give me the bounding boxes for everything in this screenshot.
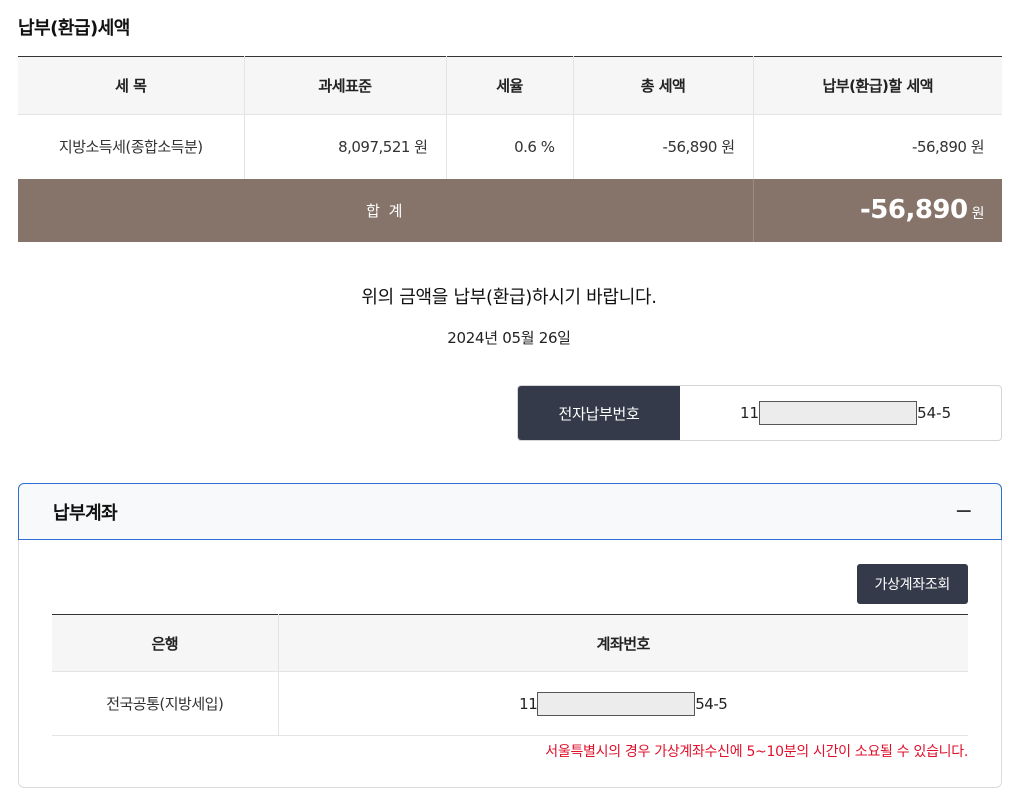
cell-base: 8,097,521 원 <box>244 114 447 179</box>
epay-prefix: 11 <box>740 404 760 422</box>
redaction-box <box>537 691 696 716</box>
tax-table-header-row: 세 목 과세표준 세율 총 세액 납부(환급)할 세액 <box>18 56 1002 115</box>
epay-label: 전자납부번호 <box>518 386 680 440</box>
account-suffix: 54-5 <box>695 694 728 713</box>
tax-table: 세 목 과세표준 세율 총 세액 납부(환급)할 세액 지방소득세(종합소득분)… <box>18 56 1002 242</box>
total-label: 합 계 <box>366 201 405 220</box>
total-unit: 원 <box>971 206 985 222</box>
header-bank: 은행 <box>52 614 279 672</box>
collapse-icon[interactable]: − <box>955 500 973 523</box>
issue-date: 2024년 05월 26일 <box>447 329 571 347</box>
cell-account-number: 11 54-5 <box>278 671 968 736</box>
total-row: 합 계 -56,890 원 <box>18 178 1002 242</box>
cell-total: -56,890 원 <box>573 114 754 179</box>
total-amount: -56,890 <box>859 195 968 225</box>
seoul-warning-text: 서울특별시의 경우 가상계좌수신에 5~10분의 시간이 소요될 수 있습니다. <box>545 744 968 760</box>
cell-rate: 0.6 % <box>446 114 574 179</box>
virtual-account-lookup-button[interactable]: 가상계좌조회 <box>856 564 968 604</box>
masked-number: 11 54-5 <box>740 401 951 425</box>
header-total: 총 세액 <box>573 56 754 115</box>
cell-payable: -56,890 원 <box>753 114 1002 179</box>
redaction-box <box>759 401 918 425</box>
header-payable: 납부(환급)할 세액 <box>753 56 1002 115</box>
total-amount-cell: -56,890 원 <box>753 178 1002 242</box>
header-rate: 세율 <box>446 56 574 115</box>
payment-notice: 위의 금액을 납부(환급)하시기 바랍니다. <box>361 287 657 308</box>
total-label-cell: 합 계 <box>18 178 754 242</box>
table-row: 전국공통(지방세입) 11 54-5 <box>52 671 968 736</box>
cell-item: 지방소득세(종합소득분) <box>18 114 245 179</box>
table-row: 지방소득세(종합소득분) 8,097,521 원 0.6 % -56,890 원… <box>18 114 1002 179</box>
electronic-payment-number: 전자납부번호 11 54-5 <box>517 385 1002 441</box>
section-title: 납부(환급)세액 <box>18 18 130 39</box>
masked-account-number: 11 54-5 <box>519 691 728 716</box>
payment-account-title: 납부계좌 <box>53 502 118 524</box>
header-account-number: 계좌번호 <box>278 614 968 672</box>
epay-value: 11 54-5 <box>680 386 1001 440</box>
payment-account-panel: 납부계좌 − 가상계좌조회 은행 계좌번호 전국공통(지방세입) 11 54-5 <box>18 483 1002 788</box>
header-item: 세 목 <box>18 56 245 115</box>
payment-account-header[interactable]: 납부계좌 − <box>18 483 1002 540</box>
account-table: 은행 계좌번호 전국공통(지방세입) 11 54-5 <box>52 614 968 736</box>
account-table-header-row: 은행 계좌번호 <box>52 614 968 672</box>
cell-bank: 전국공통(지방세입) <box>52 671 279 736</box>
account-prefix: 11 <box>519 694 538 713</box>
epay-suffix: 54-5 <box>917 404 952 422</box>
header-base: 과세표준 <box>244 56 447 115</box>
